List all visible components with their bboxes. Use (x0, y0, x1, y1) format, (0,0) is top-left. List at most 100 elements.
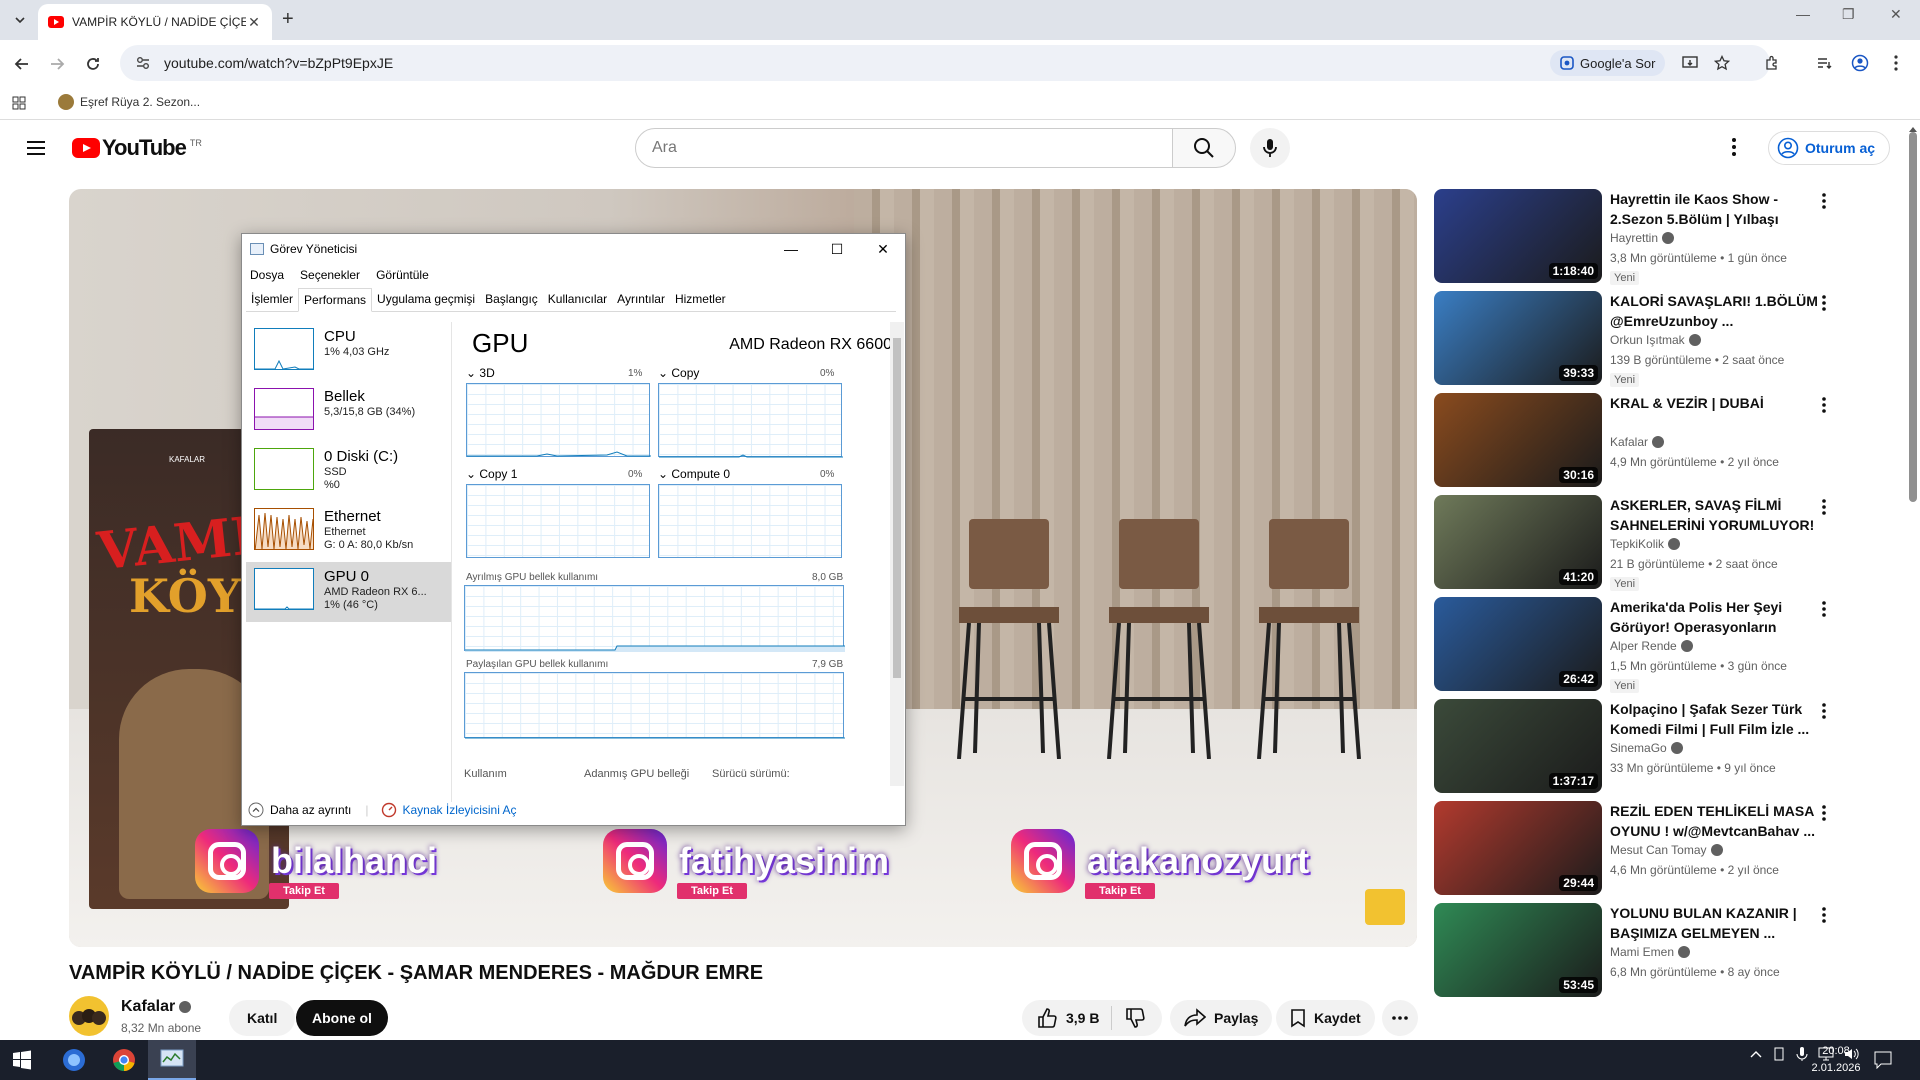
recommendation-channel[interactable]: SinemaGo (1610, 741, 1683, 755)
tm-minimize-button[interactable]: — (768, 234, 814, 264)
hamburger-menu-icon[interactable] (26, 140, 46, 156)
more-actions-button[interactable] (1382, 1000, 1418, 1036)
tab-users[interactable]: Kullanıcılar (543, 288, 612, 311)
recommendation-channel[interactable]: Alper Rende (1610, 639, 1693, 653)
tray-device-icon[interactable] (1772, 1047, 1786, 1061)
recommendation-title[interactable]: ASKERLER, SAVAŞ FİLMİ SAHNELERİNİ YORUML… (1610, 495, 1820, 535)
page-scrollbar-thumb[interactable] (1909, 132, 1917, 502)
tm-close-button[interactable]: ✕ (860, 234, 906, 264)
taskbar-clock[interactable]: 20:08 2.01.2026 (1806, 1043, 1866, 1077)
recommendation-thumbnail[interactable]: 29:44 (1434, 801, 1602, 895)
recommendation-item[interactable]: 1:18:40 Hayrettin ile Kaos Show - 2.Sezon… (1434, 189, 1914, 285)
back-button[interactable] (11, 53, 33, 75)
settings-kebab-icon[interactable] (1732, 138, 1736, 156)
recommendation-menu-icon[interactable] (1822, 397, 1826, 413)
recommendation-channel[interactable]: Mami Emen (1610, 945, 1691, 959)
engine-copy1-label[interactable]: ⌄ Copy 1 (466, 467, 517, 481)
menu-view[interactable]: Görüntüle (376, 268, 429, 282)
tab-search-button[interactable] (8, 8, 32, 32)
tm-scrollbar-thumb[interactable] (893, 338, 901, 678)
like-count[interactable]: 3,9 B (1066, 1010, 1099, 1026)
recommendation-channel[interactable]: Mesut Can Tomay (1610, 843, 1723, 857)
tab-startup[interactable]: Başlangıç (480, 288, 543, 311)
minimize-window-button[interactable]: — (1796, 6, 1810, 22)
task-manager-window[interactable]: Görev Yöneticisi — ☐ ✕ Dosya Seçenekler … (241, 233, 906, 826)
channel-avatar[interactable] (69, 996, 109, 1036)
engine-3d-label[interactable]: ⌄ 3D (466, 366, 495, 380)
share-button[interactable]: Paylaş (1170, 1000, 1273, 1036)
recommendation-thumbnail[interactable]: 1:18:40 (1434, 189, 1602, 283)
channel-name[interactable]: Kafalar (121, 998, 192, 1016)
address-bar[interactable]: youtube.com/watch?v=bZpPt9EpxJE (120, 45, 1770, 81)
resource-cpu[interactable]: CPU 1% 4,03 GHz (246, 322, 451, 382)
resource-memory[interactable]: Bellek 5,3/15,8 GB (34%) (246, 382, 451, 442)
recommendation-item[interactable]: 30:16 KRAL & VEZİR | DUBAİ Kafalar 4,9 Mn g… (1434, 393, 1914, 489)
recommendation-title[interactable]: Kolpaçino | Şafak Sezer Türk Komedi Film… (1610, 699, 1820, 739)
save-button[interactable]: Kaydet (1276, 1000, 1375, 1036)
bookmark-item[interactable]: Eşref Rüya 2. Sezon... (58, 94, 200, 110)
recommendation-menu-icon[interactable] (1822, 907, 1826, 923)
recommendation-item[interactable]: 26:42 Amerika'da Polis Her Şeyi Görüyor! … (1434, 597, 1914, 693)
recommendation-title[interactable]: REZİL EDEN TEHLİKELİ MASA OYUNU ! w/@Mev… (1610, 801, 1820, 841)
recommendation-title[interactable]: Hayrettin ile Kaos Show - 2.Sezon 5.Bölü… (1610, 189, 1820, 229)
windows-start-button[interactable] (12, 1050, 32, 1070)
reload-button[interactable] (82, 53, 104, 75)
taskbar-app-1[interactable] (50, 1040, 98, 1080)
youtube-logo[interactable]: YouTube TR (72, 137, 202, 159)
tab-processes[interactable]: İşlemler (246, 288, 298, 311)
tab-app-history[interactable]: Uygulama geçmişi (372, 288, 480, 311)
close-tab-icon[interactable]: ✕ (246, 14, 262, 31)
reading-list-icon[interactable] (1814, 53, 1834, 73)
voice-search-button[interactable] (1250, 128, 1290, 168)
recommendation-title[interactable]: KALORİ SAVAŞLARI! 1.BÖLÜM @EmreUzunboy .… (1610, 291, 1820, 331)
tm-maximize-button[interactable]: ☐ (814, 234, 860, 264)
search-button[interactable] (1172, 128, 1236, 168)
google-ask-button[interactable]: Google'a Sor (1550, 50, 1666, 76)
engine-compute0-label[interactable]: ⌄ Compute 0 (658, 467, 730, 481)
fewer-details-button[interactable]: Daha az ayrıntı (270, 803, 351, 817)
search-input[interactable]: Ara (635, 128, 1173, 168)
recommendation-menu-icon[interactable] (1822, 193, 1826, 209)
join-button[interactable]: Katıl (229, 1000, 296, 1036)
taskbar-chrome[interactable] (100, 1040, 148, 1080)
apps-grid-icon[interactable] (12, 96, 26, 110)
recommendation-channel[interactable]: Orkun Işıtmak (1610, 333, 1701, 347)
browser-menu-icon[interactable] (1886, 53, 1906, 73)
recommendation-thumbnail[interactable]: 41:20 (1434, 495, 1602, 589)
install-app-icon[interactable] (1680, 53, 1700, 73)
menu-options[interactable]: Seçenekler (300, 268, 360, 282)
forward-button[interactable] (46, 53, 68, 75)
recommendation-title[interactable]: KRAL & VEZİR | DUBAİ (1610, 393, 1820, 413)
resource-ethernet[interactable]: Ethernet Ethernet G: 0 A: 80,0 Kb/sn (246, 502, 451, 562)
recommendation-menu-icon[interactable] (1822, 499, 1826, 515)
chevron-up-circle-icon[interactable] (248, 802, 264, 818)
close-window-button[interactable]: ✕ (1890, 6, 1902, 23)
recommendation-channel[interactable]: Hayrettin (1610, 231, 1675, 245)
tm-scrollbar[interactable] (890, 322, 904, 786)
recommendation-channel[interactable]: Kafalar (1610, 435, 1665, 449)
recommendation-menu-icon[interactable] (1822, 805, 1826, 821)
recommendation-item[interactable]: 41:20 ASKERLER, SAVAŞ FİLMİ SAHNELERİNİ Y… (1434, 495, 1914, 591)
resource-gpu[interactable]: GPU 0 AMD Radeon RX 6... 1% (46 °C) (246, 562, 451, 622)
recommendation-channel[interactable]: TepkiKolik (1610, 537, 1681, 551)
profile-icon[interactable] (1850, 53, 1870, 73)
extensions-icon[interactable] (1762, 53, 1782, 73)
recommendation-menu-icon[interactable] (1822, 703, 1826, 719)
recommendation-thumbnail[interactable]: 30:16 (1434, 393, 1602, 487)
thumbs-up-icon[interactable] (1036, 1007, 1058, 1029)
recommendation-item[interactable]: 29:44 REZİL EDEN TEHLİKELİ MASA OYUNU ! w… (1434, 801, 1914, 897)
recommendation-thumbnail[interactable]: 53:45 (1434, 903, 1602, 997)
thumbs-down-icon[interactable] (1124, 1007, 1146, 1029)
menu-file[interactable]: Dosya (250, 268, 284, 282)
recommendation-title[interactable]: YOLUNU BULAN KAZANIR | BAŞIMIZA GELMEYEN… (1610, 903, 1820, 943)
task-manager-titlebar[interactable]: Görev Yöneticisi — ☐ ✕ (242, 234, 905, 264)
restore-window-button[interactable]: ❐ (1842, 6, 1855, 23)
recommendation-thumbnail[interactable]: 26:42 (1434, 597, 1602, 691)
recommendation-item[interactable]: 1:37:17 Kolpaçino | Şafak Sezer Türk Kome… (1434, 699, 1914, 795)
subscribe-button[interactable]: Abone ol (296, 1000, 388, 1036)
sign-in-button[interactable]: Oturum aç (1768, 131, 1891, 165)
open-resource-monitor-link[interactable]: Kaynak İzleyicisini Aç (403, 803, 517, 817)
engine-copy-label[interactable]: ⌄ Copy (658, 366, 699, 380)
resource-disk[interactable]: 0 Diski (C:) SSD %0 (246, 442, 451, 502)
recommendation-item[interactable]: 39:33 KALORİ SAVAŞLARI! 1.BÖLÜM @EmreUzun… (1434, 291, 1914, 387)
